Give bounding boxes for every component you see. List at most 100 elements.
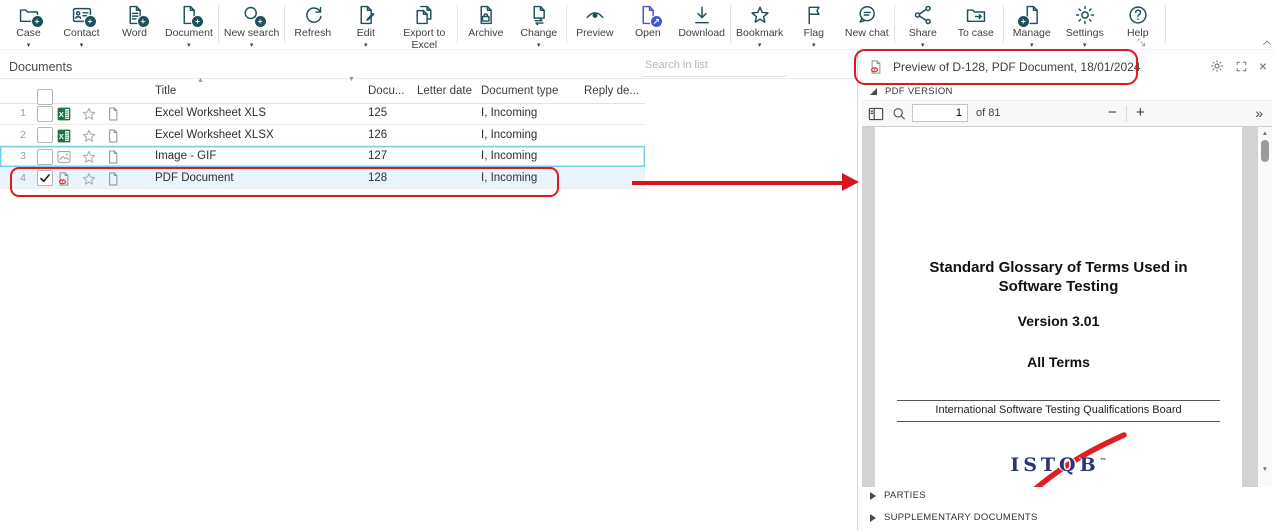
toolbar-item-label: Refresh: [294, 28, 331, 40]
chevron-down-icon: ▾: [1030, 41, 1034, 49]
section-pdf-version[interactable]: PDF VERSION: [870, 86, 953, 97]
scrollbar-thumb[interactable]: [1261, 140, 1269, 162]
to-case-icon: [965, 4, 987, 26]
toolbar-item-export-to-excel[interactable]: Export to Excel: [392, 0, 456, 51]
toolbar-item-share[interactable]: Share▾: [896, 0, 949, 49]
rule-line: [897, 421, 1220, 422]
toolbar-item-download[interactable]: Download: [674, 0, 729, 40]
pdf-search-icon[interactable]: [891, 106, 907, 122]
ribbon-launcher-icon[interactable]: [1136, 37, 1147, 48]
table-row[interactable]: 2XExcel Worksheet XLSX126I, Incoming: [0, 125, 645, 147]
rule-line: [897, 400, 1220, 401]
row-checkbox[interactable]: [37, 106, 53, 125]
pdf-page-number-input[interactable]: [912, 104, 968, 122]
pdf-margin-left: [862, 127, 875, 487]
favorite-star-icon[interactable]: [81, 149, 97, 165]
cell-document-type: I, Incoming: [481, 103, 537, 125]
toolbar-item-help[interactable]: Help: [1111, 0, 1164, 40]
toolbar-separator: [1003, 5, 1004, 43]
pdf-more-tools-button[interactable]: »: [1255, 105, 1262, 121]
section-collapsed-icon: [870, 514, 876, 522]
pdf-viewer: Standard Glossary of Terms Used in Softw…: [862, 127, 1272, 487]
image-file-icon: [56, 149, 72, 165]
favorite-star-icon[interactable]: [81, 171, 97, 187]
toolbar-item-settings[interactable]: Settings▾: [1058, 0, 1111, 49]
toolbar-item-edit[interactable]: Edit▾: [339, 0, 392, 49]
cell-document-type: I, Incoming: [481, 125, 537, 147]
section-supplementary-documents[interactable]: SUPPLEMENTARY DOCUMENTS: [870, 512, 1038, 523]
toolbar-item-contact[interactable]: +Contact▾: [55, 0, 108, 49]
toolbar-item-label: Preview: [576, 28, 613, 40]
toolbar-item-archive[interactable]: Archive: [459, 0, 512, 40]
toolbar-item-flag[interactable]: Flag▾: [787, 0, 840, 49]
column-header-title[interactable]: Title: [155, 85, 176, 97]
row-checkbox[interactable]: [37, 170, 53, 187]
export-excel-icon: [413, 4, 435, 26]
zoom-in-button[interactable]: +: [1136, 104, 1145, 121]
toolbar-item-to-case[interactable]: To case: [949, 0, 1002, 40]
toolbar-item-label: To case: [958, 28, 994, 40]
toolbar-item-label: New chat: [845, 28, 889, 40]
search-in-list-input[interactable]: [643, 54, 787, 77]
badge-icon: +: [137, 15, 150, 28]
pdf-file-icon: [868, 59, 884, 75]
preview-title: Preview of D-128, PDF Document, 18/01/20…: [893, 60, 1140, 74]
toolbar-item-new-search[interactable]: +New search▾: [220, 0, 283, 49]
column-header-doc-number[interactable]: Docu...: [368, 85, 404, 97]
document-page-icon[interactable]: [105, 171, 121, 187]
favorite-star-icon[interactable]: [81, 106, 97, 122]
pdf-doc-version: Version 3.01: [875, 313, 1242, 329]
column-header-document-type[interactable]: Document type: [481, 85, 558, 97]
toolbar-item-case[interactable]: +Case▾: [2, 0, 55, 49]
section-label: PDF VERSION: [885, 86, 953, 97]
column-header-letter-date[interactable]: Letter date: [417, 85, 472, 97]
toolbar-item-preview[interactable]: Preview: [568, 0, 621, 40]
preview-close-icon[interactable]: ×: [1259, 59, 1267, 73]
main-toolbar: +Case▾+Contact▾+Word+Document▾+New searc…: [0, 0, 1275, 50]
document-page-icon[interactable]: [105, 128, 121, 144]
document-page-icon[interactable]: [105, 149, 121, 165]
preview-header: Preview of D-128, PDF Document, 18/01/20…: [858, 50, 1275, 83]
toolbar-item-open[interactable]: ↗Open: [621, 0, 674, 40]
svg-text:X: X: [59, 132, 65, 141]
toolbar-item-new-chat[interactable]: New chat: [840, 0, 893, 40]
column-header-reply-deadline[interactable]: Reply de...: [584, 85, 639, 97]
collapse-ribbon-icon[interactable]: [1261, 37, 1273, 49]
chevron-down-icon: ▾: [1083, 41, 1087, 49]
flag-icon: [803, 4, 825, 26]
favorite-star-icon[interactable]: [81, 128, 97, 144]
pdf-page-total: of 81: [976, 107, 1000, 119]
zoom-out-button[interactable]: −: [1108, 104, 1117, 121]
preview-expand-icon[interactable]: [1235, 60, 1248, 73]
toolbar-item-label: Settings: [1066, 28, 1104, 40]
toolbar-separator: [284, 5, 285, 43]
toolbar-separator: [730, 5, 731, 43]
table-row[interactable]: 1XExcel Worksheet XLS125I, Incoming: [0, 103, 645, 125]
sort-descending-icon[interactable]: ▼: [348, 76, 355, 83]
toolbar-item-manage[interactable]: +Manage▾: [1005, 0, 1058, 49]
pdf-scrollbar[interactable]: ▲ ▼: [1258, 127, 1272, 487]
download-icon: [691, 4, 713, 26]
toolbar-item-bookmark[interactable]: Bookmark▾: [732, 0, 787, 49]
toolbar-item-document[interactable]: +Document▾: [161, 0, 217, 49]
toolbar-item-label: Case: [16, 28, 41, 40]
row-checkbox[interactable]: [37, 127, 53, 146]
scroll-up-icon[interactable]: ▲: [1258, 130, 1272, 137]
section-expanded-icon: [870, 88, 877, 95]
table-row[interactable]: 4PDF Document128I, Incoming: [0, 168, 645, 190]
change-icon: [528, 4, 550, 26]
section-parties[interactable]: PARTIES: [870, 490, 926, 501]
toolbar-item-word[interactable]: +Word: [108, 0, 161, 40]
settings-gear-icon: [1074, 4, 1096, 26]
pdf-doc-board-line: International Software Testing Qualifica…: [875, 404, 1242, 416]
scroll-down-icon[interactable]: ▼: [1258, 466, 1272, 473]
document-page-icon[interactable]: [105, 106, 121, 122]
preview-settings-gear-icon[interactable]: [1210, 59, 1224, 73]
pdf-sidebar-toggle-icon[interactable]: [867, 105, 885, 123]
toolbar-item-change[interactable]: Change▾: [512, 0, 565, 49]
sort-ascending-icon[interactable]: ▲: [197, 77, 204, 84]
chevron-down-icon: ▾: [812, 41, 816, 49]
table-row[interactable]: 3Image - GIF127I, Incoming: [0, 146, 645, 168]
row-checkbox[interactable]: [37, 149, 53, 168]
toolbar-item-refresh[interactable]: Refresh: [286, 0, 339, 40]
